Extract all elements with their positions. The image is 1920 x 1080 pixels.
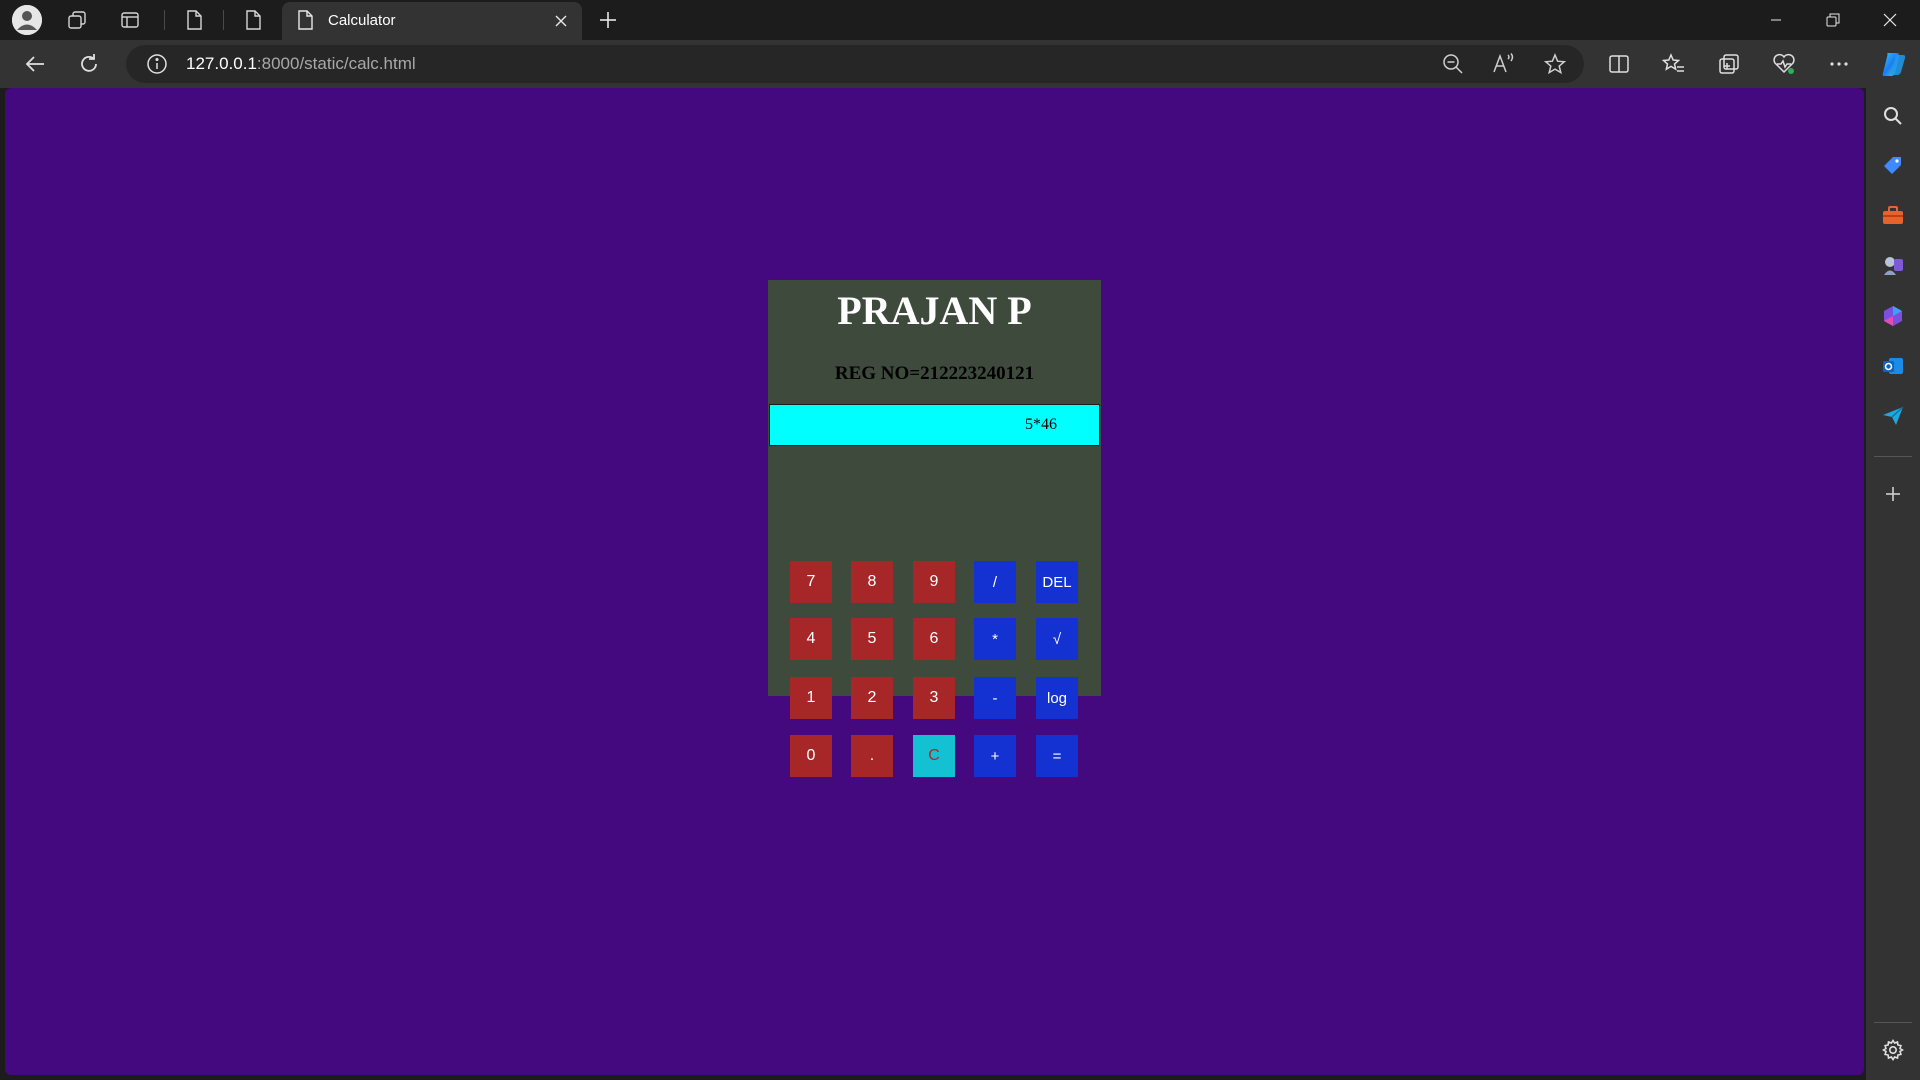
key-square-root[interactable]: √ bbox=[1036, 618, 1078, 660]
outlook-icon[interactable] bbox=[1879, 352, 1907, 380]
more-options-icon[interactable] bbox=[1824, 49, 1854, 79]
favorites-icon[interactable] bbox=[1659, 49, 1689, 79]
key-4[interactable]: 4 bbox=[790, 618, 832, 660]
games-icon[interactable] bbox=[1879, 252, 1907, 280]
workspaces-icon[interactable] bbox=[63, 6, 91, 34]
shopping-tag-icon[interactable] bbox=[1879, 152, 1907, 180]
favorite-star-icon[interactable] bbox=[1540, 49, 1570, 79]
collections-icon[interactable] bbox=[1714, 49, 1744, 79]
key-6[interactable]: 6 bbox=[913, 618, 955, 660]
browser-essentials-icon[interactable] bbox=[1769, 49, 1799, 79]
key-9[interactable]: 9 bbox=[913, 561, 955, 603]
key-5[interactable]: 5 bbox=[851, 618, 893, 660]
key-delete[interactable]: DEL bbox=[1036, 561, 1078, 603]
key-0[interactable]: 0 bbox=[790, 735, 832, 777]
url-text[interactable]: 127.0.0.1:8000/static/calc.html bbox=[186, 54, 416, 74]
calculator-name-heading: PRAJAN P bbox=[837, 288, 1032, 333]
page-viewport: PRAJAN P REG NO=212223240121 5*46 7 8 9 … bbox=[5, 88, 1864, 1075]
microsoft-365-icon[interactable] bbox=[1879, 302, 1907, 330]
calculator: PRAJAN P REG NO=212223240121 5*46 7 8 9 … bbox=[768, 280, 1101, 777]
key-7[interactable]: 7 bbox=[790, 561, 832, 603]
minimize-icon[interactable] bbox=[1748, 0, 1804, 40]
registration-number: REG NO=212223240121 bbox=[834, 363, 1035, 384]
key-multiply[interactable]: * bbox=[974, 618, 1016, 660]
vertical-tabs-icon[interactable] bbox=[116, 6, 144, 34]
read-aloud-icon[interactable] bbox=[1489, 49, 1519, 79]
tab-calculator[interactable]: Calculator bbox=[282, 2, 582, 40]
key-clear[interactable]: C bbox=[913, 735, 955, 777]
split-screen-icon[interactable] bbox=[1604, 49, 1634, 79]
close-window-icon[interactable] bbox=[1862, 0, 1918, 40]
search-icon[interactable] bbox=[1879, 102, 1907, 130]
title-bar: Calculator bbox=[0, 0, 1920, 40]
key-divide[interactable]: / bbox=[974, 561, 1016, 603]
close-tab-icon[interactable] bbox=[550, 10, 572, 32]
key-8[interactable]: 8 bbox=[851, 561, 893, 603]
key-3[interactable]: 3 bbox=[913, 677, 955, 719]
tab-page-icon[interactable] bbox=[239, 6, 267, 34]
restore-icon[interactable] bbox=[1805, 0, 1861, 40]
zoom-out-icon[interactable] bbox=[1438, 49, 1468, 79]
key-equals[interactable]: = bbox=[1036, 735, 1078, 777]
new-tab-icon[interactable] bbox=[594, 6, 622, 34]
key-decimal[interactable]: . bbox=[851, 735, 893, 777]
refresh-icon[interactable] bbox=[74, 49, 104, 79]
key-2[interactable]: 2 bbox=[851, 677, 893, 719]
navigation-toolbar: 127.0.0.1:8000/static/calc.html bbox=[0, 40, 1920, 88]
key-subtract[interactable]: - bbox=[974, 677, 1016, 719]
page-icon bbox=[296, 10, 314, 35]
send-paper-plane-icon[interactable] bbox=[1879, 402, 1907, 430]
back-arrow-icon[interactable] bbox=[20, 49, 50, 79]
settings-gear-icon[interactable] bbox=[1879, 1036, 1907, 1064]
edge-sidebar bbox=[1866, 88, 1920, 1080]
key-log[interactable]: log bbox=[1036, 677, 1078, 719]
add-icon[interactable] bbox=[1879, 480, 1907, 508]
tab-title: Calculator bbox=[328, 12, 396, 29]
key-1[interactable]: 1 bbox=[790, 677, 832, 719]
key-add[interactable]: + bbox=[974, 735, 1016, 777]
profile-avatar-icon[interactable] bbox=[12, 5, 42, 35]
address-bar[interactable]: 127.0.0.1:8000/static/calc.html bbox=[126, 45, 1584, 83]
tab-page-icon[interactable] bbox=[180, 6, 208, 34]
copilot-icon[interactable] bbox=[1877, 47, 1911, 81]
site-info-icon[interactable] bbox=[146, 53, 168, 80]
calculator-display[interactable]: 5*46 bbox=[769, 404, 1100, 446]
tools-briefcase-icon[interactable] bbox=[1879, 202, 1907, 230]
